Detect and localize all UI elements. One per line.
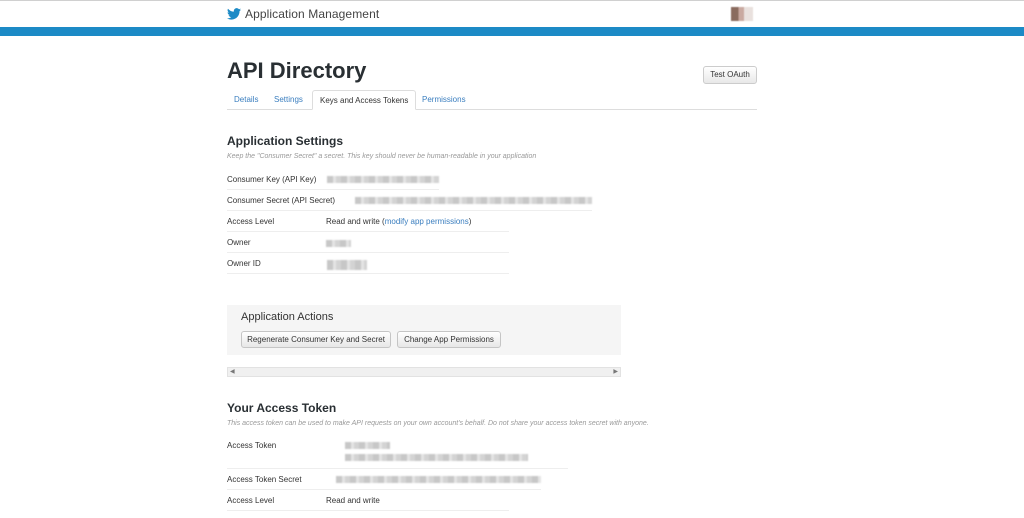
modify-app-permissions-link[interactable]: modify app permissions <box>385 217 469 226</box>
tab-details[interactable]: Details <box>227 90 265 110</box>
top-navbar: Application Management <box>0 0 1024 27</box>
consumer-secret-value-redacted <box>355 197 592 204</box>
consumer-key-value-redacted <box>327 176 439 183</box>
access-token-value-redacted-line2 <box>345 454 528 461</box>
application-settings-heading: Application Settings <box>227 134 344 148</box>
owner-id-row: Owner ID <box>227 253 509 274</box>
tab-keys-and-access-tokens[interactable]: Keys and Access Tokens <box>312 90 417 110</box>
access-token-secret-value-redacted <box>336 476 541 483</box>
consumer-key-label: Consumer Key (API Key) <box>227 175 317 184</box>
app-title: Application Management <box>245 7 380 21</box>
owner-row: Owner <box>227 232 509 253</box>
consumer-key-row: Consumer Key (API Key) <box>227 169 439 190</box>
page-title: API Directory <box>227 58 367 83</box>
consumer-secret-label: Consumer Secret (API Secret) <box>227 196 336 205</box>
twitter-bird-icon <box>227 8 241 20</box>
access-token-hint: This access token can be used to make AP… <box>227 420 649 427</box>
access-token-value-redacted-line1 <box>345 442 390 449</box>
token-access-level-label: Access Level <box>227 496 275 505</box>
tab-bar: Details Settings Keys and Access Tokens … <box>227 90 757 110</box>
access-token-secret-row: Access Token Secret <box>227 469 541 490</box>
user-avatar[interactable] <box>731 7 753 21</box>
access-token-label: Access Token <box>227 441 277 450</box>
owner-label: Owner <box>227 238 251 247</box>
access-level-row: Access Level Read and write (modify app … <box>227 211 509 232</box>
owner-value-redacted <box>326 240 351 247</box>
change-app-permissions-button[interactable]: Change App Permissions <box>397 331 501 348</box>
access-token-secret-label: Access Token Secret <box>227 475 302 484</box>
owner-id-value-redacted <box>327 260 367 270</box>
owner-id-label: Owner ID <box>227 259 261 268</box>
tab-permissions[interactable]: Permissions <box>415 90 473 110</box>
application-actions-panel: Application Actions Regenerate Consumer … <box>227 305 621 355</box>
scroll-right-icon[interactable]: ▶ <box>613 368 618 376</box>
brand-band <box>0 27 1024 36</box>
tab-settings[interactable]: Settings <box>267 90 310 110</box>
application-actions-heading: Application Actions <box>241 311 334 323</box>
token-access-level-value: Read and write <box>326 496 380 505</box>
access-token-row: Access Token <box>227 435 568 469</box>
scroll-left-icon[interactable]: ◀ <box>230 368 235 376</box>
horizontal-scrollbar[interactable]: ◀ ▶ <box>227 367 621 377</box>
your-access-token-heading: Your Access Token <box>227 401 337 415</box>
brand-link[interactable]: Application Management <box>227 7 379 21</box>
test-oauth-button[interactable]: Test OAuth <box>703 66 757 84</box>
access-level-label: Access Level <box>227 217 275 226</box>
access-level-text: Read and write <box>326 217 380 226</box>
application-settings-hint: Keep the "Consumer Secret" a secret. Thi… <box>227 153 537 160</box>
consumer-secret-row: Consumer Secret (API Secret) <box>227 190 592 211</box>
regenerate-consumer-key-button[interactable]: Regenerate Consumer Key and Secret <box>241 331 391 348</box>
access-level-value: Read and write (modify app permissions) <box>326 217 472 226</box>
token-access-level-row: Access Level Read and write <box>227 490 509 511</box>
